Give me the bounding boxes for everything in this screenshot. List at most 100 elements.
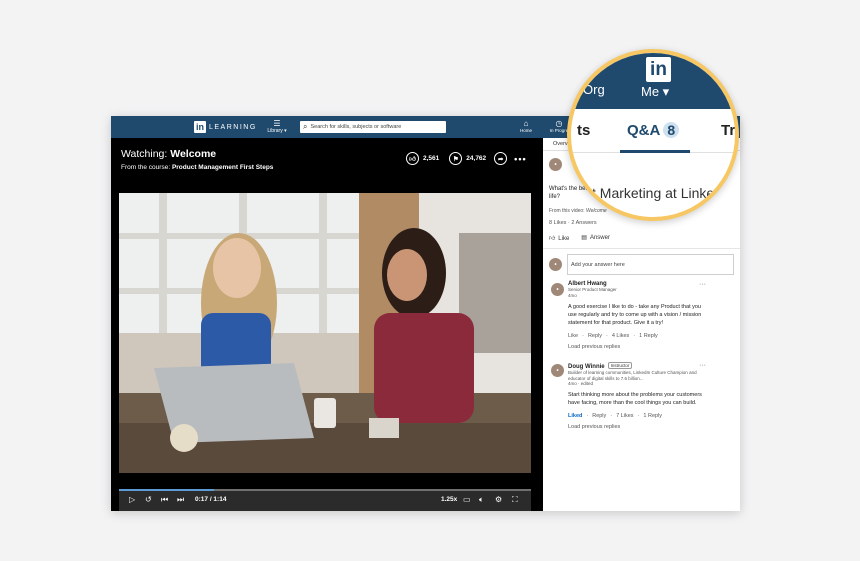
separator: ·: [633, 332, 636, 339]
magnified-tab-right: Tr: [721, 122, 736, 139]
course-line: From the course: Product Management Firs…: [121, 164, 273, 171]
search-bar[interactable]: ⌕: [300, 121, 446, 133]
video-player-area: Watching: Welcome From the course: Produ…: [111, 138, 541, 511]
player-controls: ▷ ↺ ⏮︎ ⏭︎ 0:17 / 1:14 1.25x ▭ 🔈︎ ⚙ ⛶: [119, 489, 531, 511]
reply-author-title: Builder of learning communities, LinkedI…: [568, 370, 697, 381]
progress-fill: [119, 489, 214, 491]
magnified-tab-left: ts: [577, 122, 591, 139]
video-frame[interactable]: [119, 193, 531, 473]
search-icon: ⌕: [303, 122, 308, 131]
more-options-icon[interactable]: ···: [699, 281, 706, 288]
from-video-prefix: From this video:: [549, 208, 586, 214]
reply-text: Start thinking more about the problems y…: [568, 392, 702, 406]
like-button[interactable]: 👍︎ Like: [549, 234, 569, 242]
linkedin-in-icon: in: [194, 121, 206, 133]
previous-icon[interactable]: ⏮︎: [161, 495, 168, 505]
reply-author-name-row: Doug Winnie Instructor: [568, 362, 703, 370]
reply-time: 4mo: [568, 292, 577, 298]
qa-label: Q&A: [627, 122, 661, 139]
playback-speed-button[interactable]: 1.25x: [441, 496, 457, 503]
more-options-icon[interactable]: ···: [699, 362, 706, 369]
reply-likes-count[interactable]: 4 Likes: [612, 333, 629, 339]
reply-replies-count[interactable]: 1 Reply: [643, 413, 662, 419]
home-icon: ⌂: [523, 119, 529, 128]
comment-icon: ▤: [581, 235, 587, 241]
question-actions: 👍︎ Like ▤ Answer: [549, 234, 610, 242]
magnified-tabs: ts Q&A 8 Tr: [571, 109, 736, 153]
reply-like-button[interactable]: Liked: [568, 413, 582, 419]
magnified-org-label: Org: [583, 82, 605, 97]
magnified-me-menu: Me ▾: [641, 84, 670, 99]
next-icon[interactable]: ⏭︎: [177, 495, 184, 505]
linkedin-learning-logo[interactable]: in LEARNING: [194, 121, 257, 133]
reply-text: A good exercise I like to do - take any …: [568, 303, 702, 326]
magnified-nav: in Org Me ▾: [571, 53, 735, 109]
reply-replies-count[interactable]: 1 Reply: [639, 333, 658, 339]
answer-label: Answer: [589, 235, 610, 241]
active-tab-underline: [620, 150, 690, 153]
time-display: 0:17 / 1:14: [195, 496, 227, 503]
separator: ·: [582, 332, 584, 339]
more-options-icon[interactable]: •••: [514, 154, 526, 164]
magnifier-callout: in Org Me ▾ ts Q&A 8 Tr ct Marketing at L…: [567, 49, 739, 221]
fullscreen-icon[interactable]: ⛶: [512, 495, 518, 505]
question-stats: 8 Likes · 2 Answers: [549, 220, 597, 226]
avatar[interactable]: •: [551, 364, 564, 377]
course-prefix: From the course:: [121, 164, 172, 171]
reply-likes-count[interactable]: 7 Likes: [616, 413, 633, 419]
logo-text: LEARNING: [209, 123, 257, 131]
avatar[interactable]: •: [551, 283, 564, 296]
separator: ·: [637, 413, 640, 419]
avatar: •: [549, 258, 562, 271]
nav-home[interactable]: ⌂ Home: [514, 119, 538, 133]
separator: ·: [586, 413, 589, 419]
from-video: From this video: Welcome: [549, 208, 607, 214]
share-icon[interactable]: ➦: [494, 152, 508, 165]
library-label: Library ▾: [267, 128, 287, 134]
qa-count-badge: 8: [663, 122, 680, 138]
question-line-1: What's the bes: [549, 186, 589, 192]
like-thumb-icon[interactable]: 👍︎: [406, 152, 419, 165]
reply-reply-button[interactable]: Reply: [592, 413, 606, 419]
settings-gear-icon[interactable]: ⚙: [495, 495, 502, 505]
separator: ·: [610, 413, 613, 419]
play-icon[interactable]: ▷: [129, 495, 135, 505]
progress-bar[interactable]: [119, 489, 531, 491]
bookmark-icon[interactable]: ⚑: [449, 152, 463, 165]
captions-icon[interactable]: ▭: [463, 495, 471, 505]
search-input[interactable]: [310, 124, 441, 130]
answer-composer: •: [549, 254, 734, 275]
avatar[interactable]: •: [549, 158, 562, 171]
reply-like-button[interactable]: Like: [568, 333, 578, 339]
grid-menu-icon: ☰: [273, 119, 281, 128]
watching-prefix: Watching:: [121, 148, 171, 160]
divider: [543, 248, 740, 249]
linkedin-in-icon: in: [646, 57, 671, 82]
likes-count: 2,561: [423, 155, 440, 162]
answer-input[interactable]: [567, 254, 734, 275]
question-header: •: [549, 158, 562, 171]
like-label: Like: [558, 236, 570, 242]
magnified-tab-qa: Q&A 8: [627, 122, 680, 139]
rewind-icon[interactable]: ↺: [145, 495, 152, 505]
reply-reply-button[interactable]: Reply: [588, 333, 602, 339]
reply-actions: Like · Reply · 4 Likes · 1 Reply: [568, 333, 703, 339]
video-title: Welcome: [170, 148, 217, 160]
instructor-badge: Instructor: [607, 362, 633, 369]
question-line-2: life?: [549, 194, 561, 200]
reply-actions: Liked · Reply · 7 Likes · 1 Reply: [568, 413, 703, 419]
load-previous-replies[interactable]: Load previous replies: [568, 424, 703, 430]
library-menu-button[interactable]: ☰ Library ▾: [265, 119, 289, 134]
magnified-question-text: ct Marketing at Linke: [585, 185, 715, 201]
course-title[interactable]: Product Management First Steps: [172, 164, 274, 171]
separator: ·: [606, 332, 608, 339]
home-label: Home: [519, 128, 532, 133]
reply-time: 4mo · edited: [568, 381, 594, 386]
load-previous-replies[interactable]: Load previous replies: [568, 344, 703, 350]
thumbs-up-icon: 👍︎: [549, 236, 556, 242]
volume-icon[interactable]: 🔈︎: [479, 495, 484, 505]
answer-button[interactable]: ▤ Answer: [581, 234, 610, 242]
from-video-title[interactable]: Welcome: [586, 208, 607, 214]
watching-title: Watching: Welcome: [121, 148, 216, 160]
saves-count: 24,762: [466, 155, 487, 162]
